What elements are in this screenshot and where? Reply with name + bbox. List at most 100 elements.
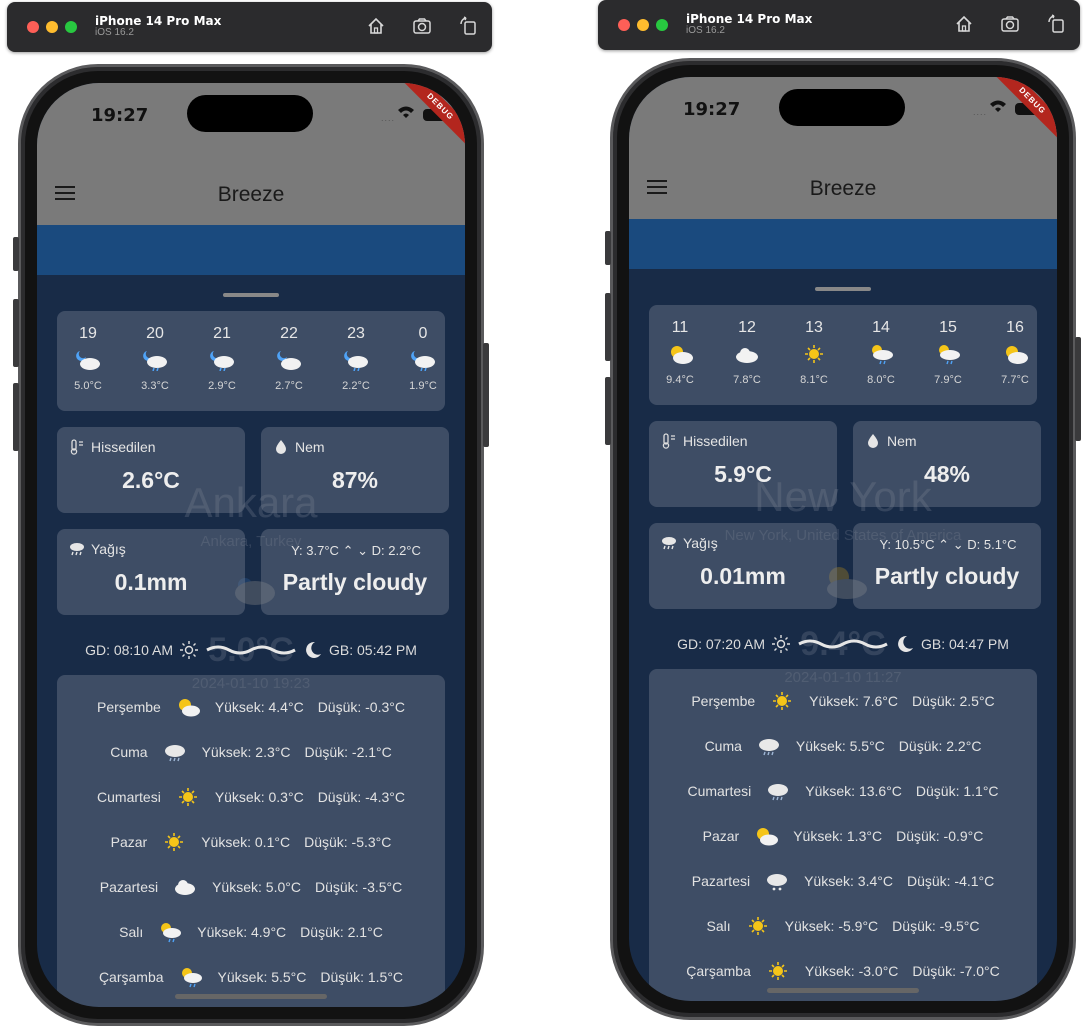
water-drop-icon bbox=[868, 434, 878, 448]
minimize-window-button[interactable] bbox=[637, 19, 649, 31]
high-temp: Y: 3.7°C bbox=[291, 543, 339, 558]
water-drop-icon bbox=[276, 440, 286, 454]
close-window-button[interactable] bbox=[27, 21, 39, 33]
status-time: 19:27 bbox=[683, 99, 741, 120]
humidity-label: Nem bbox=[295, 439, 325, 455]
forecast-row: Pazartesi Yüksek: 3.4°C Düşük: -4.1°C bbox=[649, 859, 1037, 903]
side-button[interactable] bbox=[605, 231, 611, 265]
close-window-button[interactable] bbox=[618, 19, 630, 31]
rain-cloud-icon bbox=[758, 739, 779, 756]
sheet-drag-handle[interactable] bbox=[223, 293, 279, 297]
sun-icon bbox=[748, 917, 767, 935]
forecast-day: Cumartesi bbox=[687, 783, 752, 799]
forecast-day: Çarşamba bbox=[98, 969, 164, 985]
hour-label: 16 bbox=[1006, 319, 1024, 336]
snow-cloud-icon bbox=[767, 874, 788, 891]
forecast-row: Cuma Yüksek: 2.3°C Düşük: -2.1°C bbox=[57, 730, 445, 774]
cloud-icon bbox=[175, 880, 196, 895]
screenshot-icon[interactable] bbox=[412, 16, 432, 36]
low-temp: D: 2.2°C bbox=[371, 543, 421, 558]
volume-up-button[interactable] bbox=[605, 293, 611, 361]
precipitation-tile: Yağış 0.1mm bbox=[57, 529, 245, 615]
hour-label: 15 bbox=[939, 319, 957, 336]
rotate-icon[interactable] bbox=[1046, 14, 1066, 34]
forecast-day: Pazar bbox=[110, 834, 148, 850]
partly-cloudy-icon bbox=[1006, 346, 1028, 364]
app-title: Breeze bbox=[217, 183, 285, 206]
signal-indicator: .... bbox=[972, 107, 987, 117]
app-bar: Breeze bbox=[37, 163, 465, 225]
night-cloud-icon bbox=[277, 351, 301, 370]
hour-item: 19 5.0°C bbox=[61, 311, 115, 392]
volume-down-button[interactable] bbox=[605, 377, 611, 445]
forecast-low: Düşük: -3.5°C bbox=[314, 879, 403, 895]
hour-temp: 7.7°C bbox=[1001, 374, 1029, 386]
hour-temp: 8.0°C bbox=[867, 374, 895, 386]
rotate-icon[interactable] bbox=[458, 16, 478, 36]
feels-like-value: 2.6°C bbox=[122, 467, 180, 493]
hour-temp: 7.8°C bbox=[733, 374, 761, 386]
minimize-window-button[interactable] bbox=[46, 21, 58, 33]
sun-icon bbox=[805, 345, 823, 363]
app-screen: 19:27 .... DEBUG Breeze New York New Yor… bbox=[629, 77, 1057, 1001]
wifi-icon bbox=[398, 106, 414, 118]
forecast-low: Düşük: -7.0°C bbox=[912, 963, 1000, 979]
forecast-day: Cumartesi bbox=[97, 789, 161, 805]
power-button[interactable] bbox=[1075, 337, 1081, 441]
night-cloud-icon bbox=[76, 351, 100, 370]
forecast-row: Perşembe Yüksek: 4.4°C Düşük: -0.3°C bbox=[57, 685, 445, 729]
device-info: iPhone 14 Pro Max iOS 16.2 bbox=[95, 15, 221, 39]
forecast-high: Yüksek: 3.4°C bbox=[804, 873, 893, 889]
home-icon[interactable] bbox=[366, 16, 386, 36]
side-button[interactable] bbox=[13, 237, 19, 271]
hourly-forecast: 11 9.4°C 12 7.8°C 13 8.1°C 14 8.0°C 15 7.9°C … bbox=[649, 305, 1037, 405]
forecast-row: Salı Yüksek: -5.9°C Düşük: -9.5°C bbox=[649, 904, 1037, 948]
header-band bbox=[629, 219, 1057, 269]
high-low: Y: 3.7°C ⌃ ⌄ D: 2.2°C bbox=[269, 543, 443, 559]
hour-temp: 2.7°C bbox=[275, 380, 303, 392]
hour-label: 11 bbox=[671, 319, 689, 336]
forecast-low: Düşük: -0.3°C bbox=[317, 699, 405, 715]
hour-temp: 7.9°C bbox=[934, 374, 962, 386]
volume-down-button[interactable] bbox=[13, 383, 19, 451]
high-temp: Y: 10.5°C bbox=[879, 537, 935, 552]
dynamic-island bbox=[779, 89, 905, 126]
precipitation-value: 0.1mm bbox=[114, 569, 188, 595]
home-icon[interactable] bbox=[954, 14, 974, 34]
forecast-low: Düşük: 2.1°C bbox=[300, 924, 383, 940]
wifi-icon bbox=[990, 100, 1006, 112]
forecast-low: Düşük: -5.3°C bbox=[304, 834, 392, 850]
hour-label: 12 bbox=[738, 319, 756, 336]
sun-rain-icon bbox=[161, 923, 182, 943]
sun-icon bbox=[768, 962, 787, 980]
forecast-day: Pazartesi bbox=[99, 879, 159, 895]
hour-temp: 1.9°C bbox=[409, 380, 437, 392]
sunset-time: GB: 05:42 PM bbox=[329, 642, 417, 658]
forecast-high: Yüksek: 7.6°C bbox=[809, 693, 899, 709]
volume-up-button[interactable] bbox=[13, 299, 19, 367]
hour-label: 22 bbox=[280, 325, 298, 342]
high-low: Y: 10.5°C ⌃ ⌄ D: 5.1°C bbox=[861, 537, 1035, 553]
home-indicator[interactable] bbox=[767, 988, 919, 993]
simulator-toolbar: iPhone 14 Pro Max iOS 16.2 bbox=[598, 0, 1080, 50]
sheet-drag-handle[interactable] bbox=[815, 287, 871, 291]
forecast-day: Salı bbox=[119, 924, 144, 940]
forecast-row: Cumartesi Yüksek: 0.3°C Düşük: -4.3°C bbox=[57, 775, 445, 819]
thermometer-icon bbox=[662, 433, 675, 449]
forecast-low: Düşük: -9.5°C bbox=[892, 918, 980, 934]
simulator-toolbar: iPhone 14 Pro Max iOS 16.2 bbox=[7, 2, 492, 52]
device-info: iPhone 14 Pro Max iOS 16.2 bbox=[686, 13, 812, 37]
forecast-high: Yüksek: -3.0°C bbox=[804, 963, 899, 979]
partly-cloudy-icon bbox=[757, 828, 779, 846]
header-band bbox=[37, 225, 465, 275]
forecast-row: Cuma Yüksek: 5.5°C Düşük: 2.2°C bbox=[649, 724, 1037, 768]
zoom-window-button[interactable] bbox=[656, 19, 668, 31]
forecast-low: Düşük: -4.3°C bbox=[317, 789, 405, 805]
power-button[interactable] bbox=[483, 343, 489, 447]
humidity-value: 87% bbox=[331, 467, 379, 493]
feels-like-tile: Hissedilen 2.6°C bbox=[57, 427, 245, 513]
zoom-window-button[interactable] bbox=[65, 21, 77, 33]
forecast-low: Düşük: 2.2°C bbox=[898, 738, 982, 754]
screenshot-icon[interactable] bbox=[1000, 14, 1020, 34]
home-indicator[interactable] bbox=[175, 994, 327, 999]
